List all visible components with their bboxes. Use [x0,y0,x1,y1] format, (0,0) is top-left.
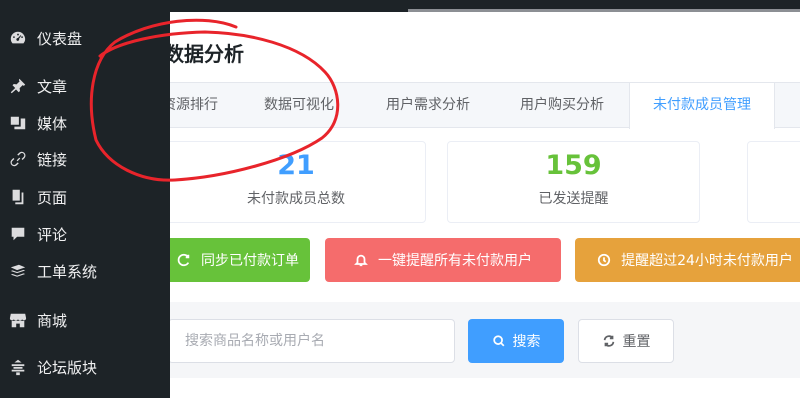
search-toolbar: 搜索 重置 [168,302,800,378]
sidebar-item-label: 评论 [37,225,68,244]
remind-over-24h-button[interactable]: 提醒超过24小时未付款用户 [575,238,800,282]
button-label: 同步已付款订单 [201,253,299,269]
refresh-icon [177,253,190,267]
search-icon [492,335,504,347]
tab-user-purchase-analysis[interactable]: 用户购买分析 [506,83,618,128]
sidebar-item-label: 媒体 [37,114,68,133]
search-button[interactable]: 搜索 [468,319,564,363]
tab-unpaid-members[interactable]: 未付款成员管理 [629,83,775,129]
stat-card-partial [747,141,800,223]
sidebar-item-label: 文章 [37,77,68,96]
tab-bar: 资源排行 数据可视化 用户需求分析 用户购买分析 未付款成员管理 [162,82,800,129]
refresh-icon [603,335,614,347]
app-root: 仪表盘 文章 媒体 链接 页面 评论 工单系统 商城 论坛版块 数据分析 资源排… [0,0,800,398]
sidebar-item-dashboard[interactable]: 仪表盘 [0,21,170,55]
admin-sidebar: 仪表盘 文章 媒体 链接 页面 评论 工单系统 商城 论坛版块 [0,0,170,398]
sync-paid-orders-button[interactable]: 同步已付款订单 [166,238,310,282]
sidebar-item-label: 论坛版块 [37,358,98,377]
button-label: 重置 [622,334,651,350]
sidebar-item-label: 仪表盘 [37,29,83,48]
sidebar-item-label: 页面 [37,188,68,207]
comment-icon [8,224,28,244]
forum-icon [8,357,28,377]
reset-button[interactable]: 重置 [578,319,674,363]
main-panel: 数据分析 资源排行 数据可视化 用户需求分析 用户购买分析 未付款成员管理 21… [162,12,800,398]
button-label: 一键提醒所有未付款用户 [378,253,532,269]
sidebar-item-links[interactable]: 链接 [0,142,170,176]
sidebar-item-label: 工单系统 [37,262,98,281]
sidebar-item-pages[interactable]: 页面 [0,180,170,214]
button-label: 搜索 [512,334,541,350]
sidebar-item-tickets[interactable]: 工单系统 [0,254,170,288]
stat-value: 21 [277,150,315,181]
sidebar-item-media[interactable]: 媒体 [0,106,170,140]
pin-icon [8,76,28,96]
sidebar-item-comments[interactable]: 评论 [0,217,170,251]
link-icon [8,149,28,169]
stat-value: 159 [545,150,602,181]
sidebar-item-label: 商城 [37,311,68,330]
sidebar-item-forum[interactable]: 论坛版块 [0,350,170,384]
bell-icon [354,254,368,267]
stack-icon [8,261,28,281]
stat-label: 未付款成员总数 [247,191,345,207]
dashboard-icon [8,28,28,48]
stat-card-unpaid-total: 21 未付款成员总数 [166,141,426,223]
search-input[interactable] [168,319,455,363]
store-icon [8,310,28,330]
button-label: 提醒超过24小时未付款用户 [621,253,793,269]
stat-label: 已发送提醒 [538,191,609,207]
sidebar-item-store[interactable]: 商城 [0,303,170,337]
tab-data-visualization[interactable]: 数据可视化 [254,83,344,128]
stat-card-reminders-sent: 159 已发送提醒 [447,141,700,223]
page-icon [8,187,28,207]
page-title: 数据分析 [164,42,244,66]
clock-icon [597,253,611,267]
sidebar-item-posts[interactable]: 文章 [0,69,170,103]
tab-user-demand-analysis[interactable]: 用户需求分析 [372,83,484,128]
remind-all-unpaid-button[interactable]: 一键提醒所有未付款用户 [325,238,561,282]
media-icon [8,113,28,133]
sidebar-item-label: 链接 [37,150,68,169]
